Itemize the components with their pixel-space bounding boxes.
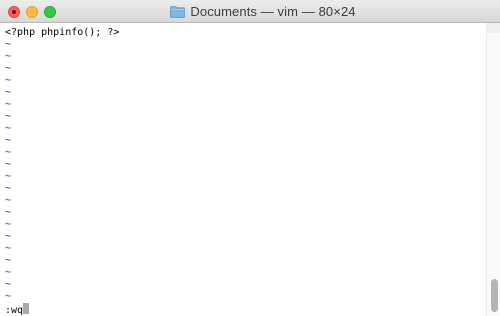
empty-line-tilde: ~ bbox=[5, 267, 12, 278]
terminal-window: Documents — vim — 80×24 <?php phpinfo();… bbox=[0, 0, 500, 316]
empty-line-tilde: ~ bbox=[5, 279, 12, 290]
empty-line-tilde: ~ bbox=[5, 123, 12, 134]
empty-line-tilde: ~ bbox=[5, 255, 12, 266]
empty-line-tilde: ~ bbox=[5, 51, 12, 62]
empty-line-tilde: ~ bbox=[5, 291, 12, 302]
empty-line-tilde: ~ bbox=[5, 243, 12, 254]
empty-line-tilde: ~ bbox=[5, 147, 12, 158]
empty-line-tilde: ~ bbox=[5, 87, 12, 98]
empty-line-tilde: ~ bbox=[5, 111, 12, 122]
text-cursor bbox=[23, 303, 30, 314]
empty-line-tilde: ~ bbox=[5, 231, 12, 242]
empty-line-tilde: ~ bbox=[5, 219, 12, 230]
empty-line-tilde: ~ bbox=[5, 63, 12, 74]
title-bar[interactable]: Documents — vim — 80×24 bbox=[0, 0, 500, 23]
command-line[interactable]: :wq bbox=[5, 303, 30, 316]
scrollbar-thumb[interactable] bbox=[491, 279, 498, 312]
empty-line-tilde: ~ bbox=[5, 171, 12, 182]
empty-line-tilde: ~ bbox=[5, 207, 12, 218]
command-text: :wq bbox=[5, 305, 24, 316]
empty-line-tilde: ~ bbox=[5, 159, 12, 170]
window-title-group: Documents — vim — 80×24 bbox=[0, 0, 500, 23]
vim-buffer[interactable]: <?php phpinfo(); ?> ~ ~ ~ ~ ~ ~ ~ ~ ~ ~ ~ ~ ~ ~ ~ ~ ~ ~ ~ ~… bbox=[0, 23, 486, 316]
empty-line-tilde: ~ bbox=[5, 99, 12, 110]
empty-line-tilde: ~ bbox=[5, 183, 12, 194]
window-title: Documents — vim — 80×24 bbox=[190, 4, 356, 19]
vertical-scrollbar[interactable] bbox=[486, 23, 500, 316]
empty-line-tilde: ~ bbox=[5, 39, 12, 50]
empty-line-tilde: ~ bbox=[5, 75, 12, 86]
folder-icon bbox=[170, 5, 186, 18]
empty-line-tilde: ~ bbox=[5, 195, 12, 206]
empty-line-tilde: ~ bbox=[5, 135, 12, 146]
buffer-line-1: <?php phpinfo(); ?> bbox=[5, 27, 120, 38]
scrollbar-top bbox=[487, 23, 500, 33]
